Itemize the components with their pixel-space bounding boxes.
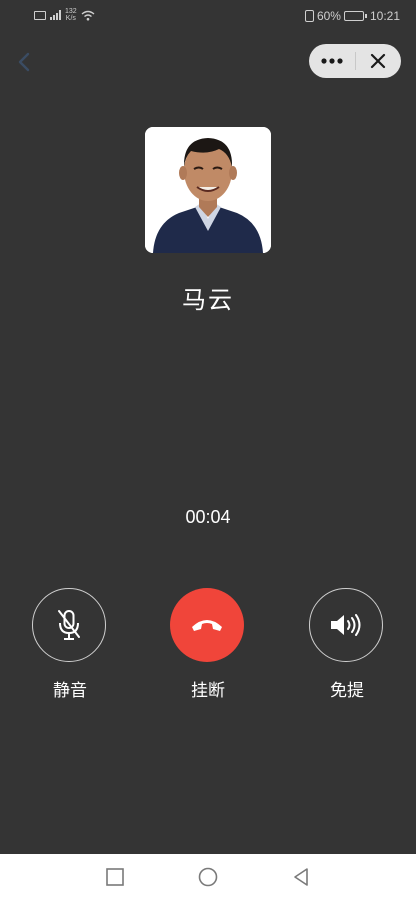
voice-call-screen: 132 K/s 60% 10:21 马云 00:04 静音 挂断 免提 bbox=[0, 0, 416, 900]
close-button[interactable] bbox=[355, 44, 401, 78]
speaker-icon bbox=[331, 614, 361, 636]
network-speed: 132 K/s bbox=[65, 8, 77, 22]
phone-hangup-icon bbox=[192, 620, 222, 631]
call-duration: 00:04 bbox=[185, 507, 231, 527]
caller-name: 马云 bbox=[182, 287, 234, 314]
wifi-icon bbox=[81, 10, 95, 20]
status-left: 132 K/s bbox=[34, 8, 95, 22]
hangup-label: 挂断 bbox=[191, 681, 225, 700]
speaker-button[interactable] bbox=[309, 588, 383, 662]
mute-button[interactable] bbox=[32, 588, 106, 662]
battery-percent: 60% bbox=[316, 9, 341, 23]
speaker-control[interactable]: 免提 bbox=[309, 588, 385, 701]
status-bar: 132 K/s 60% 10:21 bbox=[0, 0, 416, 32]
system-nav-bar bbox=[0, 854, 416, 900]
square-icon[interactable] bbox=[104, 866, 126, 888]
mute-control[interactable]: 静音 bbox=[32, 588, 108, 701]
close-icon bbox=[371, 53, 386, 69]
battery-icon bbox=[343, 11, 367, 21]
hangup-control[interactable]: 挂断 bbox=[170, 588, 246, 701]
speaker-label: 免提 bbox=[330, 681, 364, 700]
hd-icon bbox=[34, 10, 46, 20]
mute-label: 静音 bbox=[53, 681, 87, 700]
signal-icon bbox=[50, 10, 61, 20]
clock: 10:21 bbox=[369, 9, 400, 23]
triangle-back-icon[interactable] bbox=[290, 866, 312, 888]
chevron-left-icon[interactable] bbox=[14, 50, 36, 74]
status-right: 60% 10:21 bbox=[304, 9, 400, 23]
more-dots-icon bbox=[321, 58, 343, 64]
vibrate-icon bbox=[304, 10, 314, 22]
mini-program-capsule bbox=[309, 44, 401, 78]
mic-off-icon bbox=[58, 610, 80, 640]
circle-icon[interactable] bbox=[197, 866, 219, 888]
caller-avatar bbox=[145, 127, 271, 253]
hangup-button[interactable] bbox=[170, 588, 244, 662]
more-button[interactable] bbox=[309, 44, 355, 78]
person-photo-icon bbox=[145, 127, 271, 253]
